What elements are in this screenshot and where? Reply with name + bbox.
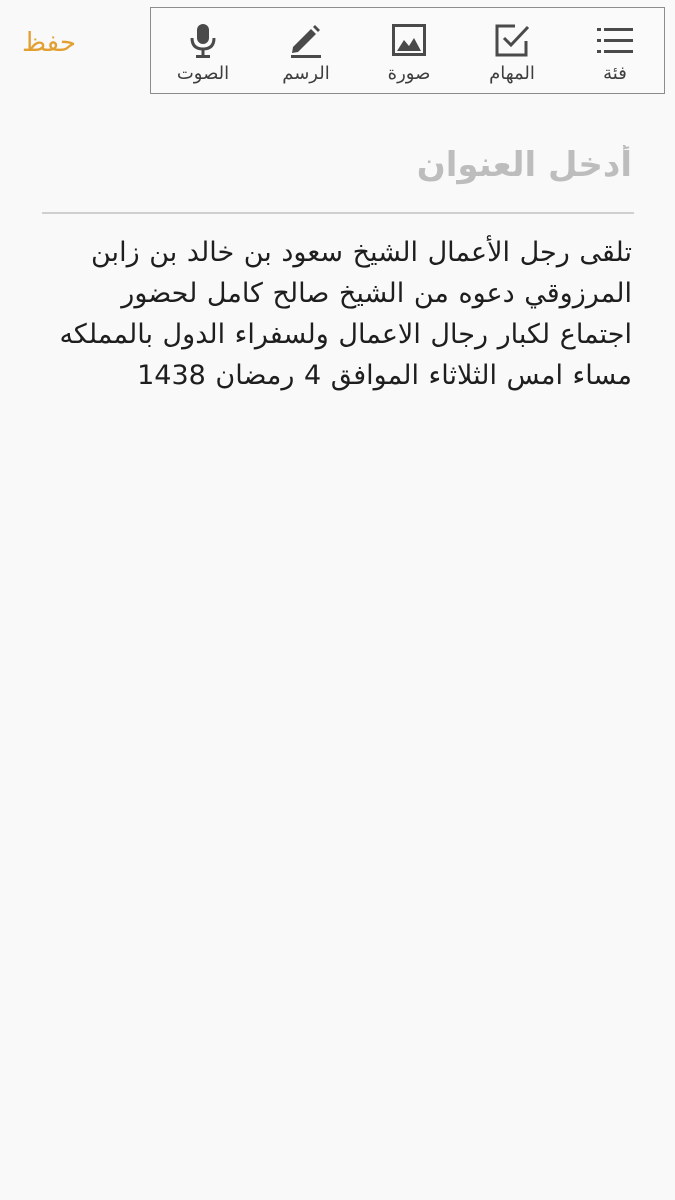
title-input[interactable] bbox=[42, 140, 632, 190]
title-divider bbox=[42, 212, 634, 214]
image-label: صورة bbox=[387, 63, 431, 84]
category-list-icon bbox=[597, 22, 633, 58]
voice-label: الصوت bbox=[176, 63, 230, 84]
tasks-button[interactable]: المهام bbox=[460, 8, 564, 95]
checkbox-icon bbox=[494, 22, 530, 58]
save-button[interactable]: حفظ bbox=[22, 30, 76, 56]
image-button[interactable]: صورة bbox=[357, 8, 461, 95]
tasks-label: المهام bbox=[489, 63, 535, 84]
image-icon bbox=[391, 22, 427, 58]
microphone-icon bbox=[185, 22, 221, 58]
category-button[interactable]: فئة bbox=[563, 8, 667, 95]
voice-button[interactable]: الصوت bbox=[151, 8, 255, 95]
note-body-text[interactable]: تلقى رجل الأعمال الشيخ سعود بن خالد بن ز… bbox=[42, 232, 632, 396]
note-toolbar: فئة المهام صورة الرسم الصوت bbox=[150, 7, 665, 94]
pen-icon bbox=[288, 22, 324, 58]
drawing-label: الرسم bbox=[282, 63, 330, 84]
drawing-button[interactable]: الرسم bbox=[254, 8, 358, 95]
category-label: فئة bbox=[603, 63, 627, 84]
